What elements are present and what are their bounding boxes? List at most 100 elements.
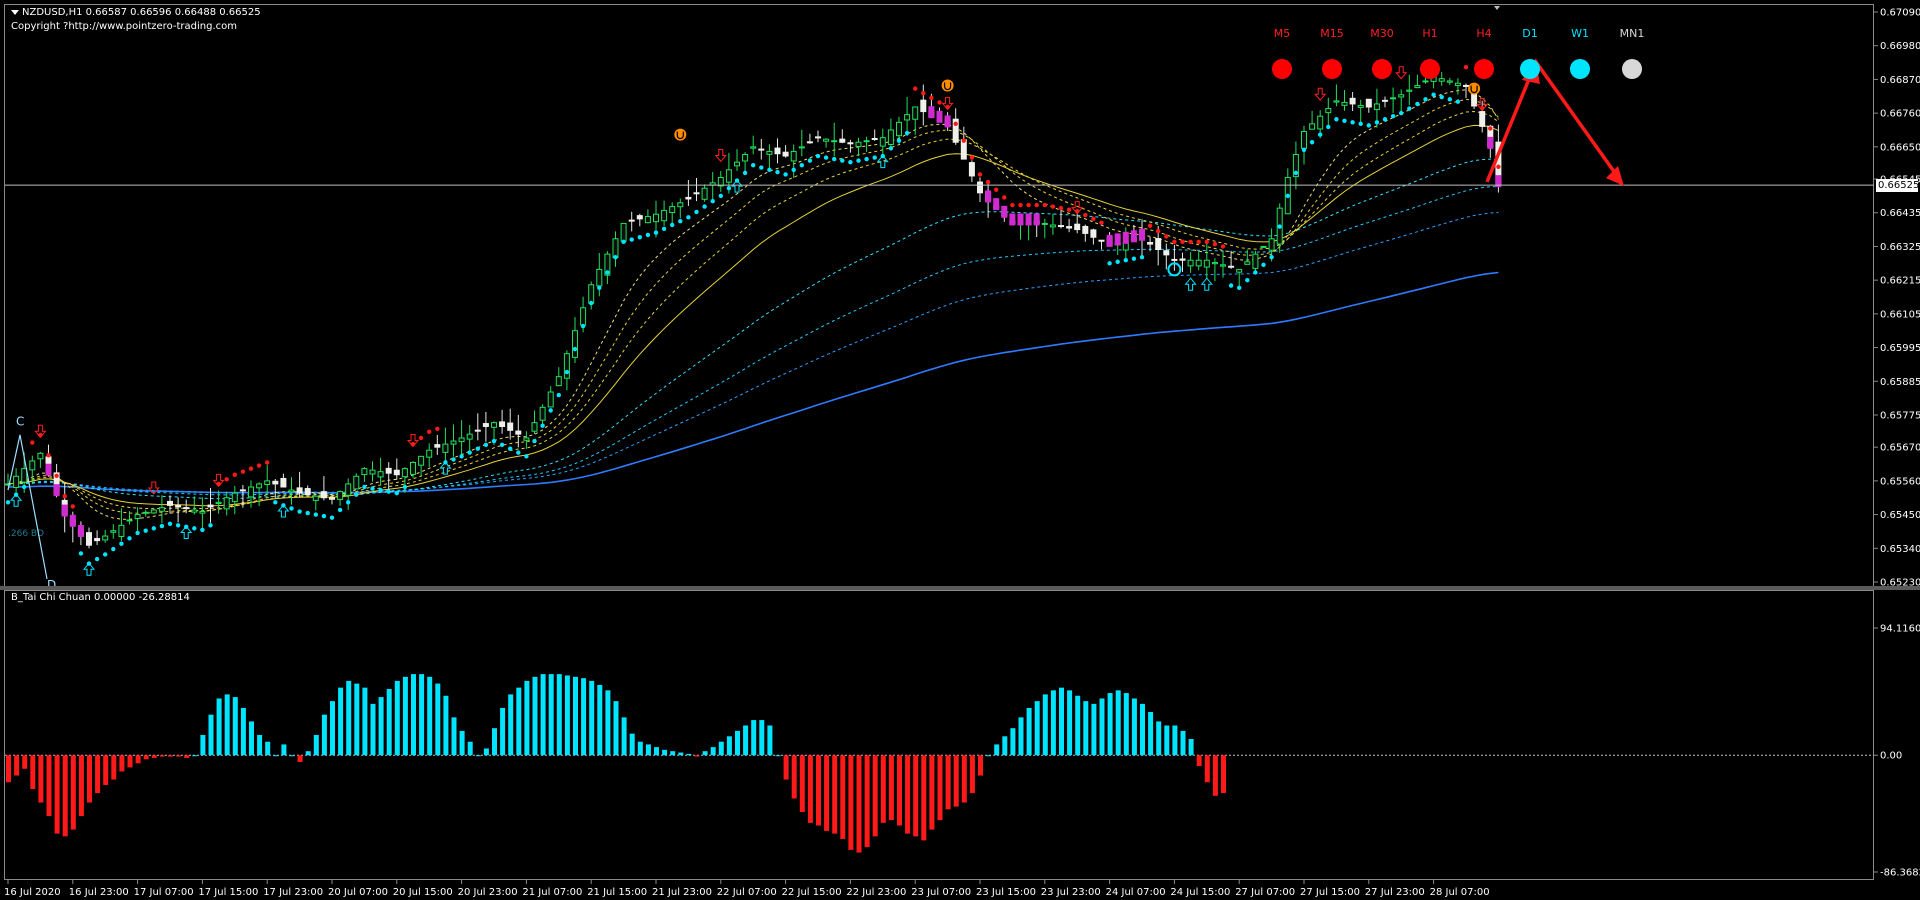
histogram-bar-positive: [492, 728, 497, 756]
histogram-bar-positive: [767, 725, 773, 756]
candle-body: [320, 491, 327, 499]
trail-dot-cyan: [135, 530, 140, 536]
candle-body: [426, 449, 433, 458]
trend-block-magenta: [1487, 136, 1494, 149]
candle-body: [126, 519, 133, 522]
histogram-bar-positive: [419, 674, 425, 756]
chart-window[interactable]: NZDUSD,H1 0.66587 0.66596 0.66488 0.6652…: [0, 0, 1920, 900]
candle-body: [563, 353, 570, 379]
time-tick-label: 27 Jul 07:00: [1235, 887, 1295, 898]
histogram-bar-negative: [1221, 755, 1226, 794]
histogram-bar-negative: [840, 755, 846, 840]
candle-body: [1179, 258, 1186, 261]
histogram-bar-positive: [1156, 721, 1162, 756]
histogram-bar-positive: [1091, 703, 1097, 756]
buy-arrow-icon: [1200, 277, 1213, 291]
candle-body: [1082, 225, 1089, 234]
trend-block-magenta: [1106, 234, 1113, 247]
trail-dot-cyan: [904, 130, 910, 136]
trail-dot-cyan: [621, 239, 626, 245]
trail-dot-cyan: [1237, 285, 1242, 291]
candle-body: [815, 136, 821, 139]
trail-dot-cyan: [483, 442, 489, 448]
trail-dot-red: [913, 86, 918, 91]
trail-dot-cyan: [1253, 270, 1258, 275]
trend-block-magenta: [944, 115, 951, 128]
indicator-chart[interactable]: 94.11609 0.00 -86.36825: [0, 590, 1920, 900]
trail-dot-red: [427, 429, 432, 435]
trail-dot-red: [435, 426, 440, 431]
candle-body: [450, 440, 457, 445]
trail-dot-red: [1010, 202, 1015, 208]
histogram-bar-positive: [224, 694, 230, 756]
histogram-bar-positive: [1164, 725, 1170, 756]
trail-dot-cyan: [175, 523, 181, 528]
price-tick-label: 0.65885: [1880, 377, 1920, 388]
trail-dot-red: [1058, 205, 1064, 211]
trail-dot-cyan: [840, 158, 845, 163]
candle-body: [823, 138, 830, 142]
candle-body: [572, 330, 578, 358]
ma-line-dotted: [7, 186, 1499, 496]
histogram-bar-positive: [346, 680, 352, 756]
histogram-bar-positive: [483, 748, 489, 756]
histogram-bar-positive: [216, 698, 222, 756]
histogram-bar-positive: [1172, 725, 1178, 756]
histogram-bar-positive: [200, 734, 206, 756]
trail-dot-cyan: [1115, 259, 1120, 264]
trail-dot-cyan: [5, 500, 11, 505]
histogram-bar-positive: [751, 720, 757, 756]
trail-dot-cyan: [143, 528, 148, 533]
candle-body: [912, 106, 919, 120]
candle-body: [758, 148, 765, 151]
timeframe-dot-m5: [1272, 59, 1292, 79]
candle-body: [248, 486, 254, 498]
candle-body: [312, 495, 319, 501]
trail-dot-red: [1196, 239, 1201, 245]
price-tick-label: 0.65775: [1880, 410, 1920, 421]
trail-dot-cyan: [645, 232, 651, 238]
candle-body: [782, 151, 789, 157]
histogram-bar-positive: [1002, 736, 1008, 756]
candle-body: [555, 376, 562, 387]
trail-dot-cyan: [1123, 258, 1129, 263]
trail-dot-cyan: [370, 486, 375, 491]
histogram-bar-positive: [516, 687, 522, 756]
trail-dot-red: [418, 435, 424, 441]
histogram-bar-negative: [807, 755, 813, 823]
trail-dot-red: [969, 155, 975, 160]
histogram-bar-positive: [378, 697, 384, 756]
histogram-bar-negative: [78, 755, 84, 817]
histogram-bar-negative: [46, 755, 52, 817]
candle-body: [29, 460, 36, 471]
trail-dot-cyan: [815, 153, 821, 159]
candle-body: [1041, 222, 1048, 225]
histogram-bar-negative: [945, 755, 951, 810]
candle-body: [482, 423, 489, 427]
trail-dot-cyan: [1358, 121, 1363, 127]
candle-body: [215, 501, 222, 505]
trail-dot-red: [1463, 64, 1469, 70]
candle-body: [661, 209, 668, 222]
trail-dot-red: [1042, 202, 1048, 208]
histogram-bar-positive: [321, 714, 327, 756]
trail-dot-cyan: [896, 138, 902, 143]
candle-body: [588, 284, 595, 304]
trend-block-magenta: [1130, 230, 1137, 243]
trail-dot-cyan: [475, 446, 480, 451]
trail-dot-cyan: [208, 523, 213, 528]
candle-body: [1066, 226, 1073, 229]
trail-dot-red: [929, 95, 934, 101]
trail-dot-red: [1147, 223, 1153, 228]
histogram-bar-positive: [548, 674, 554, 756]
price-chart[interactable]: 0.67090 0.66980 0.66870 0.66760 0.66650 0.665…: [0, 0, 1920, 592]
trend-block-magenta: [77, 525, 84, 538]
timeframe-label-h1: H1: [1422, 27, 1437, 40]
histogram-bar-negative: [832, 755, 838, 834]
trail-dot-cyan: [1261, 262, 1266, 268]
histogram-bar-negative: [961, 755, 967, 803]
histogram-bar-positive: [775, 755, 781, 757]
candle-body: [1098, 239, 1105, 242]
candle-body: [831, 140, 838, 143]
price-tick-label: 0.65450: [1880, 510, 1920, 521]
